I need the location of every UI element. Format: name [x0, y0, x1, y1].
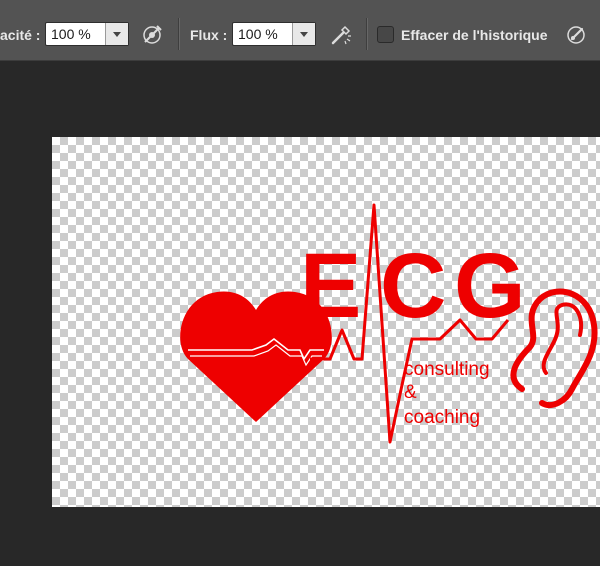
flow-dropdown-button[interactable] — [292, 23, 315, 45]
toolbar-separator — [366, 18, 367, 50]
tagline-coaching: coaching — [404, 407, 480, 428]
chevron-down-icon — [300, 31, 308, 37]
airbrush-pressure-icon — [143, 25, 162, 44]
document-canvas[interactable]: E C G consulting & coaching — [52, 137, 600, 507]
airbrush-icon — [331, 25, 351, 45]
opacity-field[interactable]: 100 % — [45, 22, 129, 46]
logo-letter-e: E — [300, 235, 361, 337]
flow-label: Flux : — [190, 27, 228, 43]
logo-letter-g: G — [454, 235, 526, 337]
chevron-down-icon — [113, 31, 121, 37]
opacity-pressure-button[interactable] — [139, 22, 165, 48]
toolbar-separator — [178, 18, 179, 50]
logo-letter-c: C — [380, 235, 446, 337]
ear-icon — [510, 288, 598, 409]
erase-history-checkbox[interactable] — [377, 26, 394, 43]
opacity-value[interactable]: 100 % — [46, 23, 105, 45]
pressure-size-button[interactable] — [563, 22, 589, 48]
opacity-label: acité : — [0, 27, 41, 43]
ecg-logo-artwork: E C G consulting & coaching — [180, 203, 598, 444]
flow-value[interactable]: 100 % — [233, 23, 292, 45]
erase-history-label[interactable]: Effacer de l'historique — [401, 26, 547, 44]
tagline-ampersand: & — [404, 382, 417, 403]
airbrush-button[interactable] — [328, 22, 354, 48]
tablet-pressure-icon — [567, 26, 585, 44]
flow-field[interactable]: 100 % — [232, 22, 316, 46]
opacity-dropdown-button[interactable] — [105, 23, 128, 45]
options-bar: acité : 100 % Flux : 100 % Effacer de l'… — [0, 0, 600, 61]
tagline-consulting: consulting — [404, 359, 490, 380]
